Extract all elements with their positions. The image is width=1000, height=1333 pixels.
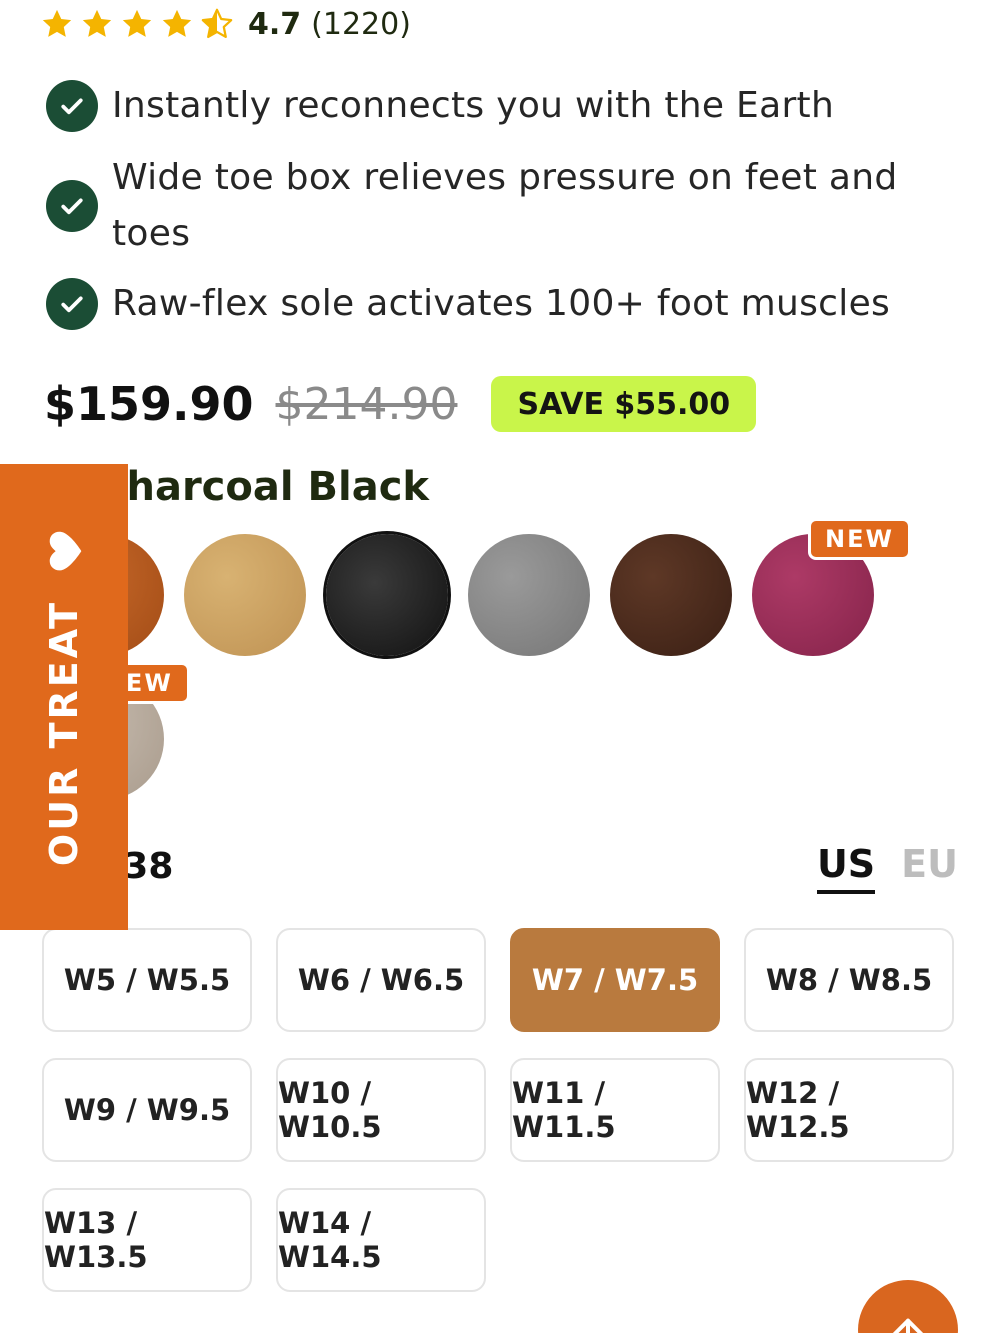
size-option[interactable]: W14 / W14.5	[276, 1188, 486, 1292]
check-circle-icon	[46, 180, 98, 232]
size-option[interactable]: W6 / W6.5	[276, 928, 486, 1032]
feature-text: Instantly reconnects you with the Earth	[112, 85, 835, 126]
rating-score: 4.7	[248, 6, 302, 42]
size-option[interactable]: W11 / W11.5	[510, 1058, 720, 1162]
half-star-icon	[201, 8, 233, 39]
feature-text-line: toes	[112, 213, 191, 254]
star-icon	[122, 9, 152, 37]
check-circle-icon	[46, 80, 98, 132]
star-icon	[162, 9, 192, 37]
compare-at-price: $214.90	[275, 378, 458, 430]
size-option[interactable]: W8 / W8.5	[744, 928, 954, 1032]
size-option-selected[interactable]: W7 / W7.5	[510, 928, 720, 1032]
swatch-charcoal-black[interactable]	[326, 534, 448, 656]
size-option[interactable]: W9 / W9.5	[42, 1058, 252, 1162]
current-price: $159.90	[44, 377, 254, 431]
feature-text: Raw-flex sole activates 100+ foot muscle…	[112, 283, 891, 324]
save-badge: SAVE $55.00	[491, 376, 757, 432]
swatch-dark-brown[interactable]	[610, 534, 732, 656]
rating-summary: 4.7 (1220)	[40, 4, 411, 44]
new-badge: NEW	[808, 518, 911, 560]
unit-eu[interactable]: EU	[901, 842, 958, 894]
star-rating	[40, 7, 234, 41]
price-row: $159.90 $214.90 SAVE $55.00	[44, 368, 757, 440]
feature-item: Instantly reconnects you with the Earth	[46, 78, 834, 134]
feature-text: Wide toe box relieves pressure on feet a…	[112, 150, 898, 262]
feature-item: Raw-flex sole activates 100+ foot muscle…	[46, 276, 890, 332]
size-option[interactable]: W13 / W13.5	[42, 1188, 252, 1292]
feature-item: Wide toe box relieves pressure on feet a…	[46, 150, 898, 262]
swatch-tan[interactable]	[184, 534, 306, 656]
scroll-to-top-button[interactable]	[858, 1280, 958, 1333]
unit-us[interactable]: US	[816, 842, 876, 894]
size-option[interactable]: W12 / W12.5	[744, 1058, 954, 1162]
star-icon	[42, 9, 72, 37]
size-option[interactable]: W5 / W5.5	[42, 928, 252, 1032]
review-count[interactable]: (1220)	[311, 7, 411, 42]
our-treat-tab[interactable]: OUR TREAT	[0, 464, 128, 930]
feature-text-line: Wide toe box relieves pressure on feet a…	[112, 157, 898, 198]
check-circle-icon	[46, 278, 98, 330]
our-treat-label: OUR TREAT	[42, 599, 87, 867]
size-option[interactable]: W10 / W10.5	[276, 1058, 486, 1162]
swatch-grey[interactable]	[468, 534, 590, 656]
star-icon	[82, 9, 112, 37]
arrow-up-icon	[892, 1318, 924, 1333]
size-unit-toggle: US EU	[816, 842, 958, 894]
heart-icon	[49, 531, 82, 571]
